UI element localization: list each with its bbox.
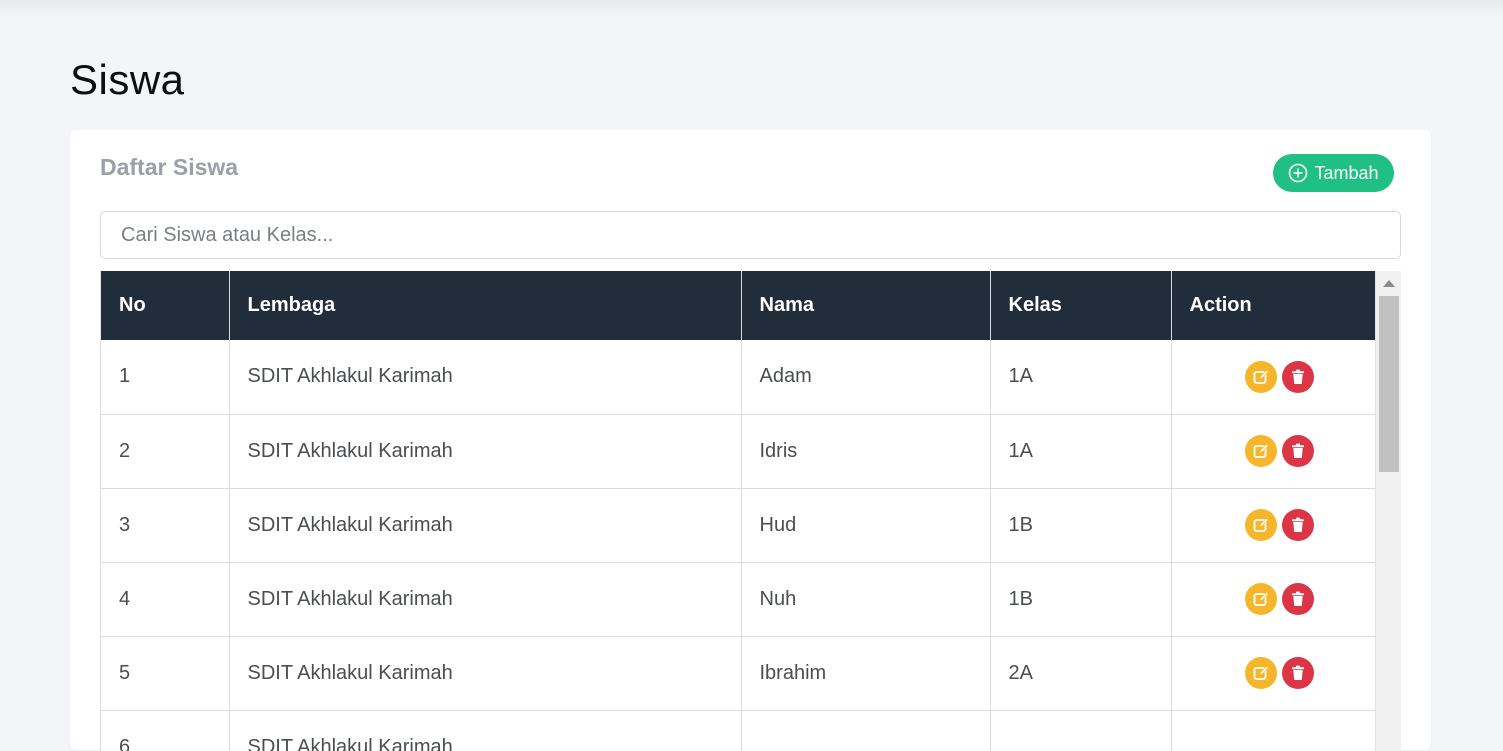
scroll-up-arrow-icon[interactable] [1383,280,1395,287]
cell-kelas [990,710,1172,751]
cell-kelas: 2A [990,636,1172,711]
cell-lembaga: SDIT Akhlakul Karimah [229,414,742,489]
add-student-button[interactable]: Tambah [1273,154,1394,192]
cell-no: 4 [101,562,230,637]
cell-nama: Adam [741,340,991,415]
cell-action [1171,562,1376,637]
cell-action [1171,340,1376,415]
cell-kelas: 1A [990,414,1172,489]
column-header-nama[interactable]: Nama [741,271,991,340]
row-actions [1190,509,1359,541]
table-header-row: No Lembaga Nama Kelas Action [101,271,1376,340]
column-header-no[interactable]: No [101,271,230,340]
cell-action [1171,414,1376,489]
student-list-card: Daftar Siswa Tambah No Lembaga Nama Kela… [70,130,1431,751]
trash-icon [1289,590,1307,608]
table-row: 5 SDIT Akhlakul Karimah Ibrahim 2A [101,636,1376,711]
trash-icon [1289,664,1307,682]
edit-icon [1252,664,1270,682]
cell-lembaga: SDIT Akhlakul Karimah [229,710,742,751]
cell-lembaga: SDIT Akhlakul Karimah [229,340,742,415]
cell-no: 5 [101,636,230,711]
delete-button[interactable] [1282,583,1315,615]
trash-icon [1289,368,1307,386]
cell-nama: Ibrahim [741,636,991,711]
delete-button[interactable] [1282,435,1315,467]
scrollbar-thumb[interactable] [1379,296,1399,472]
student-table: No Lembaga Nama Kelas Action 1 SDIT Akhla… [101,271,1376,751]
table-row: 3 SDIT Akhlakul Karimah Hud 1B [101,488,1376,563]
delete-button[interactable] [1282,657,1315,689]
table-row: 2 SDIT Akhlakul Karimah Idris 1A [101,414,1376,489]
cell-no: 6 [101,710,230,751]
add-student-label: Tambah [1314,162,1379,183]
cell-kelas: 1B [990,488,1172,563]
edit-button[interactable] [1245,435,1278,467]
cell-no: 1 [101,340,230,415]
page-title: Siswa [70,56,185,103]
trash-icon [1289,442,1307,460]
edit-button[interactable] [1245,360,1278,393]
cell-nama: Nuh [741,562,991,637]
cell-lembaga: SDIT Akhlakul Karimah [229,636,742,711]
row-actions [1190,360,1359,393]
table-row: 4 SDIT Akhlakul Karimah Nuh 1B [101,562,1376,637]
edit-icon [1252,516,1270,534]
student-table-container: No Lembaga Nama Kelas Action 1 SDIT Akhla… [100,271,1401,751]
delete-button[interactable] [1282,360,1315,393]
cell-kelas: 1A [990,340,1172,415]
cell-action [1171,710,1376,751]
cell-action [1171,636,1376,711]
cell-nama: Hud [741,488,991,563]
column-header-kelas[interactable]: Kelas [990,271,1172,340]
table-scrollbar[interactable] [1375,271,1401,751]
edit-icon [1252,442,1270,460]
cell-no: 3 [101,488,230,563]
search-input[interactable] [100,211,1401,259]
cell-no: 2 [101,414,230,489]
column-header-lembaga[interactable]: Lembaga [229,271,742,340]
plus-circle-icon [1288,163,1308,183]
cell-nama: Idris [741,414,991,489]
edit-button[interactable] [1245,509,1278,541]
row-actions [1190,583,1359,615]
column-header-action: Action [1171,271,1376,340]
cell-lembaga: SDIT Akhlakul Karimah [229,488,742,563]
edit-button[interactable] [1245,583,1278,615]
topbar-shadow [0,0,1503,16]
cell-kelas: 1B [990,562,1172,637]
row-actions [1190,435,1359,467]
table-row: 6 SDIT Akhlakul Karimah [101,710,1376,751]
cell-nama [741,710,991,751]
trash-icon [1289,516,1307,534]
row-actions [1190,657,1359,689]
table-row: 1 SDIT Akhlakul Karimah Adam 1A [101,340,1376,415]
cell-lembaga: SDIT Akhlakul Karimah [229,562,742,637]
edit-icon [1252,590,1270,608]
delete-button[interactable] [1282,509,1315,541]
cell-action [1171,488,1376,563]
card-title: Daftar Siswa [100,154,239,180]
edit-button[interactable] [1245,657,1278,689]
edit-icon [1252,368,1270,386]
